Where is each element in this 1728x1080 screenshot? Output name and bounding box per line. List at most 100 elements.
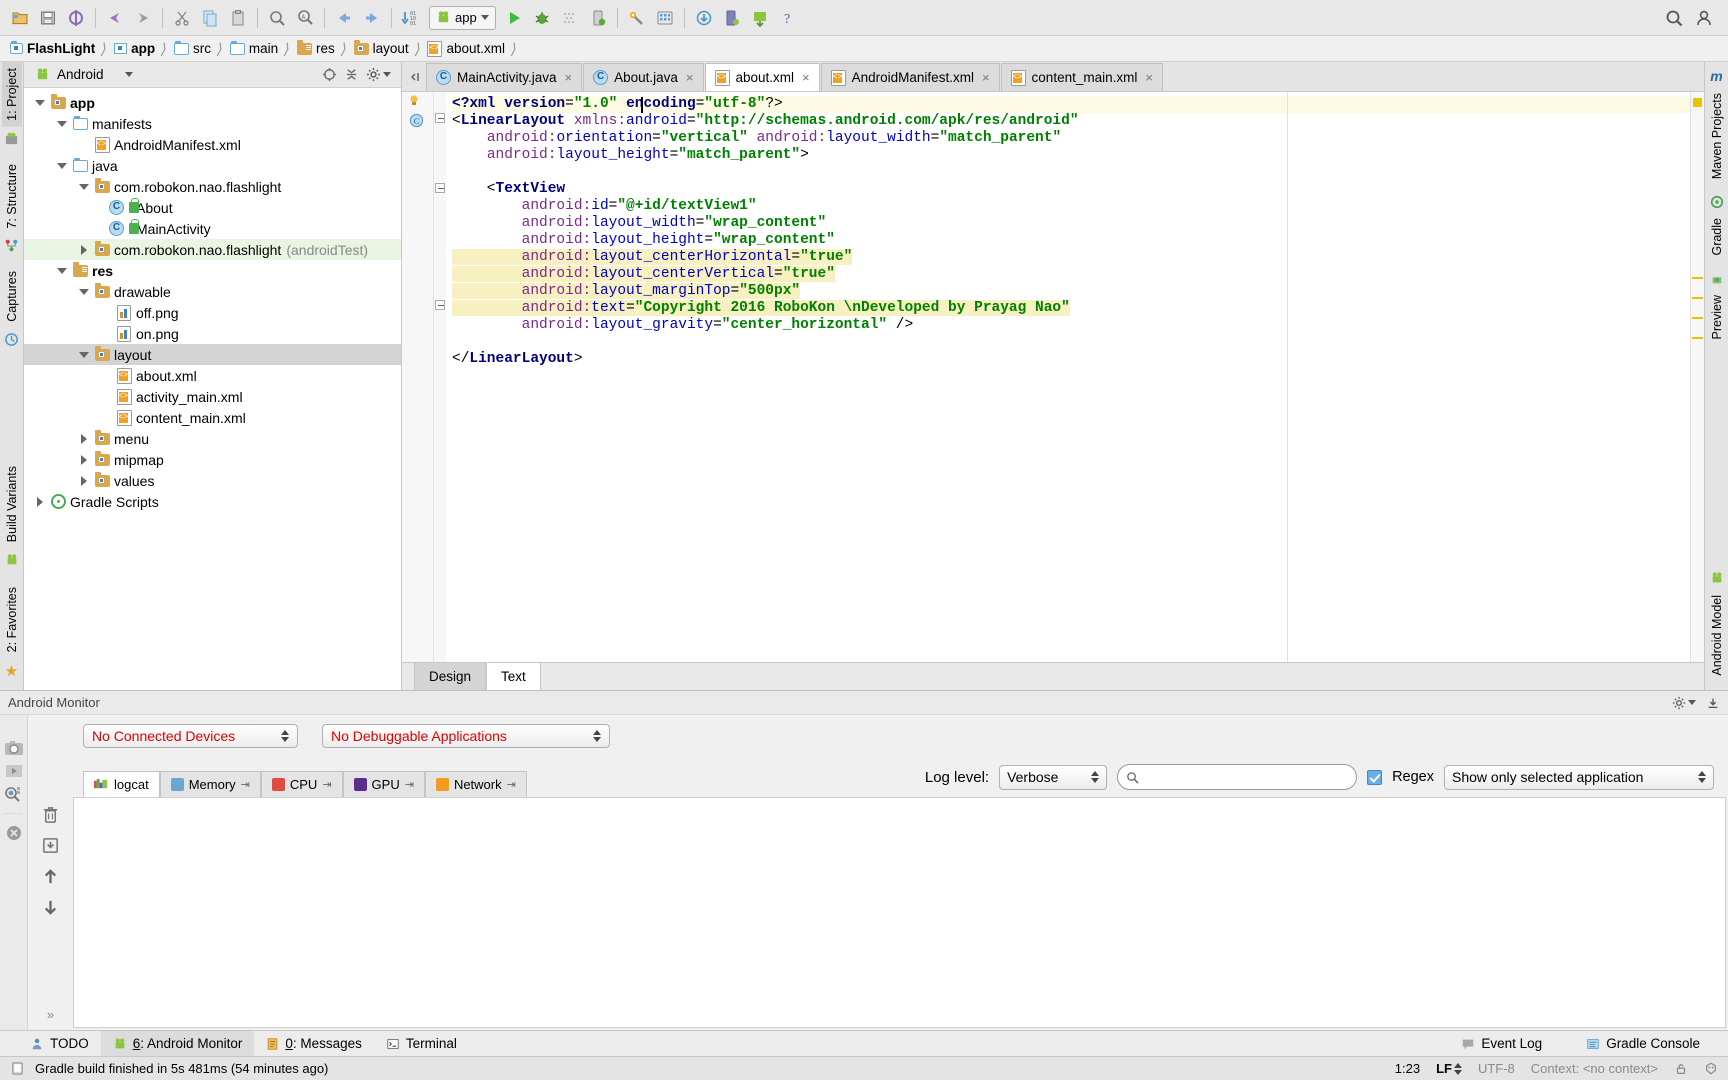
editor-fold-column[interactable] <box>434 92 446 662</box>
search-everywhere-icon[interactable] <box>1660 4 1688 32</box>
tree-item-menu[interactable]: menu <box>24 428 401 449</box>
tree-item-mipmap[interactable]: mipmap <box>24 449 401 470</box>
sidebar-item-gradle[interactable]: Gradle <box>1707 212 1727 262</box>
tree-item-app[interactable]: app <box>24 92 401 113</box>
tree-item-com-robokon-nao-flashlight[interactable]: com.robokon.nao.flashlight <box>24 176 401 197</box>
close-icon[interactable]: × <box>802 70 810 85</box>
tree-expand-arrow[interactable] <box>76 352 92 358</box>
find-icon[interactable] <box>263 4 291 32</box>
sidebar-item-preview[interactable]: Preview <box>1707 289 1727 345</box>
sidebar-item-project[interactable]: 1: Project <box>2 62 22 127</box>
sidebar-item-build-variants[interactable]: Build Variants <box>2 460 22 548</box>
breadcrumb-item-layout[interactable]: layout <box>354 41 411 56</box>
forward-icon[interactable] <box>358 4 386 32</box>
stop-icon[interactable] <box>5 824 23 842</box>
help-icon[interactable]: ? <box>774 4 802 32</box>
tool-button-gradle-console[interactable]: Gradle Console <box>1574 1031 1712 1057</box>
editor-scrollbar[interactable] <box>1690 92 1704 662</box>
sidebar-item-android-model[interactable]: Android Model <box>1707 589 1727 682</box>
debug-button[interactable] <box>528 4 556 32</box>
undo-icon[interactable] <box>101 4 129 32</box>
tree-expand-arrow[interactable] <box>76 455 92 465</box>
device-monitor-icon[interactable] <box>718 4 746 32</box>
detach-icon[interactable]: ⇥ <box>405 778 414 791</box>
editor-tab-about-xml[interactable]: <>about.xml× <box>705 63 820 91</box>
drag-handle[interactable]: ⋯⋯ <box>4 808 24 819</box>
breadcrumb-item-src[interactable]: src <box>174 41 213 56</box>
detach-icon[interactable]: ⇥ <box>507 778 516 791</box>
breadcrumb-item-flashlight[interactable]: FlashLight <box>10 41 97 56</box>
context-label[interactable]: Context: <no context> <box>1531 1061 1658 1076</box>
trash-icon[interactable] <box>41 805 60 824</box>
tree-item-on-png[interactable]: on.png <box>24 323 401 344</box>
video-icon[interactable] <box>4 762 24 780</box>
breadcrumb-item-app[interactable]: app <box>114 41 157 56</box>
run-button[interactable] <box>500 4 528 32</box>
sidebar-item-favorites[interactable]: 2: Favorites <box>2 581 22 658</box>
find-replace-icon[interactable]: A <box>291 4 319 32</box>
run-configuration-selector[interactable]: app <box>429 6 496 30</box>
tree-item-manifests[interactable]: manifests <box>24 113 401 134</box>
compile-icon[interactable]: 011001 <box>397 4 425 32</box>
sidebar-item-captures[interactable]: Captures <box>2 265 22 328</box>
copy-icon[interactable] <box>196 4 224 32</box>
tab-text[interactable]: Text <box>486 663 541 690</box>
encoding-label[interactable]: UTF-8 <box>1478 1061 1515 1076</box>
close-icon[interactable]: × <box>686 70 694 85</box>
warning-stripe-mark[interactable] <box>1692 317 1703 319</box>
tree-item-layout[interactable]: layout <box>24 344 401 365</box>
caret-position[interactable]: 1:23 <box>1395 1061 1420 1076</box>
download-icon[interactable] <box>690 4 718 32</box>
breadcrumb-item-about-xml[interactable]: <> about.xml <box>427 41 507 57</box>
hide-panel-icon[interactable] <box>1706 696 1720 710</box>
code-editor[interactable]: <?xml version="1.0" encoding="utf-8"?><L… <box>446 92 1704 662</box>
back-icon[interactable] <box>330 4 358 32</box>
open-folder-icon[interactable] <box>6 4 34 32</box>
close-icon[interactable]: × <box>565 70 573 85</box>
fold-region-icon[interactable] <box>435 113 445 123</box>
tree-item-content-main-xml[interactable]: <>content_main.xml <box>24 407 401 428</box>
cut-icon[interactable] <box>168 4 196 32</box>
save-all-icon[interactable] <box>34 4 62 32</box>
tree-expand-arrow[interactable] <box>76 289 92 295</box>
target-icon[interactable] <box>322 67 337 82</box>
scroll-down-icon[interactable] <box>41 898 60 917</box>
tab-design[interactable]: Design <box>414 663 486 690</box>
tree-item-java[interactable]: java <box>24 155 401 176</box>
warning-stripe-mark[interactable] <box>1692 277 1703 279</box>
tree-item-values[interactable]: values <box>24 470 401 491</box>
tool-button-messages[interactable]: 0: Messages <box>254 1031 374 1057</box>
detach-icon[interactable]: ⇥ <box>241 778 250 791</box>
scroll-up-icon[interactable] <box>41 867 60 886</box>
breadcrumb-item-main[interactable]: main <box>230 41 280 56</box>
tree-item-activity-main-xml[interactable]: <>activity_main.xml <box>24 386 401 407</box>
avd-download-icon[interactable] <box>746 4 774 32</box>
monitor-tab-memory[interactable]: Memory⇥ <box>160 771 261 797</box>
tool-button-event-log[interactable]: Event Log <box>1449 1031 1554 1057</box>
monitor-tab-logcat[interactable]: logcat <box>83 771 160 797</box>
line-separator[interactable]: LF <box>1436 1061 1462 1076</box>
tree-expand-arrow[interactable] <box>76 184 92 190</box>
intention-bulb-icon[interactable] <box>407 94 421 108</box>
tree-expand-arrow[interactable] <box>54 121 70 127</box>
hide-tabs-icon[interactable] <box>404 63 426 91</box>
tool-button-todo[interactable]: TODO <box>18 1031 101 1057</box>
logcat-search-input[interactable] <box>1145 770 1348 785</box>
app-filter-selector[interactable]: Show only selected application <box>1444 765 1714 790</box>
sdk-manager-icon[interactable] <box>623 4 651 32</box>
tree-expand-arrow[interactable] <box>32 497 48 507</box>
logcat-output[interactable] <box>73 797 1726 1028</box>
lock-icon[interactable] <box>1674 1062 1688 1076</box>
editor-tab-mainactivity-java[interactable]: CMainActivity.java× <box>426 63 582 91</box>
collapse-all-icon[interactable] <box>344 67 359 82</box>
editor-tab-about-java[interactable]: CAbout.java× <box>583 63 703 91</box>
tree-expand-arrow[interactable] <box>76 245 92 255</box>
paste-icon[interactable] <box>224 4 252 32</box>
tree-expand-arrow[interactable] <box>54 163 70 169</box>
sidebar-item-maven-projects[interactable]: Maven Projects <box>1707 87 1727 185</box>
tool-button-android-monitor[interactable]: 6: Android Monitor <box>101 1031 255 1057</box>
monitor-tab-cpu[interactable]: CPU⇥ <box>261 771 343 797</box>
editor-tab-content-main-xml[interactable]: <>content_main.xml× <box>1001 63 1163 91</box>
tree-expand-arrow[interactable] <box>54 268 70 274</box>
java-class-marker-icon[interactable]: C <box>409 113 424 128</box>
